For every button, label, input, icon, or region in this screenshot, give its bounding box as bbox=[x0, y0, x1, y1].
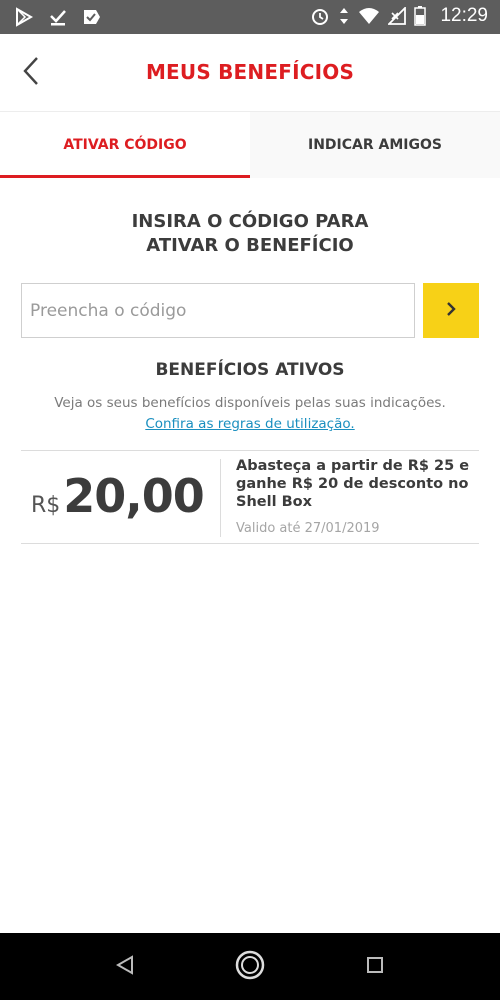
chevron-right-icon bbox=[445, 301, 457, 320]
benefit-validity: Valido até 27/01/2019 bbox=[236, 521, 380, 536]
benefits-heading: BENEFÍCIOS ATIVOS bbox=[155, 360, 345, 380]
battery-icon bbox=[414, 6, 427, 26]
activation-heading: INSIRA O CÓDIGO PARA ATIVAR O BENEFÍCIO bbox=[0, 210, 500, 258]
home-circle-icon bbox=[234, 949, 266, 985]
nav-home-button[interactable] bbox=[232, 949, 268, 985]
status-bar: 12:29 bbox=[0, 0, 500, 34]
page-title: MEUS BENEFÍCIOS bbox=[145, 60, 355, 84]
benefit-amount: R$ 20,00 bbox=[31, 469, 205, 529]
benefit-card[interactable]: R$ 20,00 Abasteça a partir de R$ 25 e ga… bbox=[21, 450, 479, 544]
wifi-icon bbox=[358, 7, 380, 25]
recents-square-icon bbox=[365, 955, 385, 979]
card-divider bbox=[220, 459, 221, 537]
status-time: 12:29 bbox=[440, 5, 488, 26]
signal-icon bbox=[388, 7, 407, 25]
activation-heading-line1: INSIRA O CÓDIGO PARA bbox=[131, 211, 369, 232]
nav-recents-button[interactable] bbox=[357, 949, 393, 985]
system-nav-bar bbox=[0, 933, 500, 1000]
play-store-icon bbox=[14, 7, 34, 27]
submit-code-button[interactable] bbox=[423, 283, 479, 338]
back-triangle-icon bbox=[114, 954, 136, 980]
download-check-icon bbox=[48, 7, 68, 27]
activation-heading-line2: ATIVAR O BENEFÍCIO bbox=[146, 235, 354, 256]
app-header: MEUS BENEFÍCIOS bbox=[0, 34, 500, 112]
rules-link[interactable]: Confira as regras de utilização. bbox=[145, 416, 354, 432]
benefit-description: Abasteça a partir de R$ 25 e ganhe R$ 20… bbox=[236, 458, 470, 510]
code-input[interactable] bbox=[21, 283, 415, 338]
benefits-description: Veja os seus benefícios disponíveis pela… bbox=[54, 395, 446, 411]
tab-indicar-amigos[interactable]: INDICAR AMIGOS bbox=[250, 112, 500, 178]
tab-bar: ATIVAR CÓDIGO INDICAR AMIGOS bbox=[0, 112, 500, 178]
alarm-icon bbox=[310, 6, 330, 26]
nav-back-button[interactable] bbox=[107, 949, 143, 985]
data-arrows-icon bbox=[338, 6, 350, 26]
tab-ativar-codigo[interactable]: ATIVAR CÓDIGO bbox=[0, 112, 250, 178]
checkmark-app-icon bbox=[82, 7, 102, 27]
benefit-value: 20,00 bbox=[63, 469, 205, 523]
benefit-currency: R$ bbox=[31, 493, 61, 518]
